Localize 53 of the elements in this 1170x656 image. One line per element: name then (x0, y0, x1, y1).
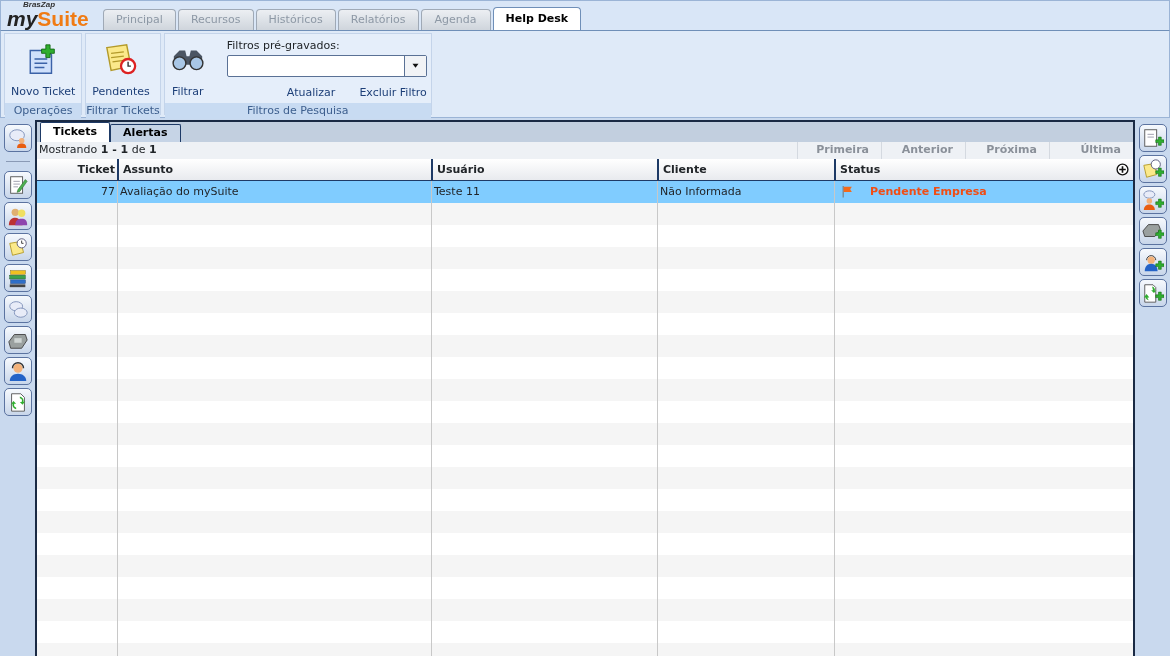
logo-caption: BrasZap (23, 1, 55, 9)
filter-link[interactable]: Excluir Filtro (359, 84, 427, 101)
column-header[interactable]: Status (834, 158, 1133, 181)
flag-icon (841, 185, 854, 198)
view-tab[interactable]: Alertas (110, 124, 181, 142)
sidebar-button[interactable] (3, 171, 32, 199)
document-arrows-plus-icon (1141, 282, 1164, 304)
app-tab[interactable]: Help Desk (492, 7, 582, 30)
filter-label: Filtros pré-gravados: (226, 38, 341, 54)
filter-link[interactable]: Atualizar (286, 84, 336, 101)
sidebar-button[interactable] (3, 295, 32, 323)
logo-wordmark: mySuite (7, 9, 89, 29)
filter-dropdown[interactable] (226, 54, 427, 77)
notepad-plus-icon (1141, 127, 1164, 149)
sidebar-button[interactable] (3, 202, 32, 230)
status-text: Pendente Empresa (870, 183, 987, 200)
chat-person-icon (6, 127, 29, 149)
books-icon (6, 267, 29, 289)
ribbon-button[interactable]: Novo Ticket (9, 34, 78, 103)
chat-person-plus-icon (1141, 189, 1164, 211)
table-row[interactable]: 77 Avaliação do mySuite Teste 11 Não Informada Pendente Empresa (37, 180, 1133, 203)
caret-icon (410, 61, 420, 70)
chat-bubbles-icon (6, 298, 29, 320)
column-header[interactable]: Assunto (117, 158, 431, 181)
notes-clock-icon (6, 236, 29, 258)
table-cell: Teste 11 (434, 184, 480, 198)
table-cell: Não Informada (660, 184, 742, 198)
ribbon-button[interactable]: Filtrar (168, 34, 207, 103)
sidebar-button[interactable] (1138, 124, 1167, 152)
notes-clock-icon (104, 42, 138, 76)
table-cell: 77 (101, 184, 115, 198)
sidebar-button[interactable] (1138, 248, 1167, 276)
group-title: Operações (5, 102, 82, 119)
sidebar-button[interactable] (1138, 217, 1167, 245)
table-cell: Avaliação do mySuite (120, 184, 239, 198)
group-title: Filtros de Pesquisa (164, 102, 431, 119)
ribbon-button[interactable]: Pendentes (90, 34, 152, 103)
sidebar-button[interactable] (3, 233, 32, 261)
sidebar-button[interactable] (1138, 186, 1167, 214)
sidebar-button[interactable] (3, 124, 32, 152)
sidebar-button[interactable] (1138, 279, 1167, 307)
sidebar-button[interactable] (1138, 155, 1167, 183)
sidebar-button[interactable] (3, 388, 32, 416)
sidebar-button[interactable] (3, 326, 32, 354)
sidebar-button[interactable] (3, 357, 32, 385)
column-header[interactable]: Cliente (657, 158, 834, 181)
add-column-icon (1116, 162, 1129, 176)
column-header[interactable]: Usuário (431, 158, 657, 181)
notes-clock-plus-icon (1141, 158, 1164, 180)
view-tab[interactable]: Tickets (40, 122, 111, 142)
sidebar-button[interactable] (3, 264, 32, 292)
group-title: Filtrar Tickets (86, 102, 160, 119)
record-count: Mostrando 1 - 1 de 1 (39, 142, 157, 158)
